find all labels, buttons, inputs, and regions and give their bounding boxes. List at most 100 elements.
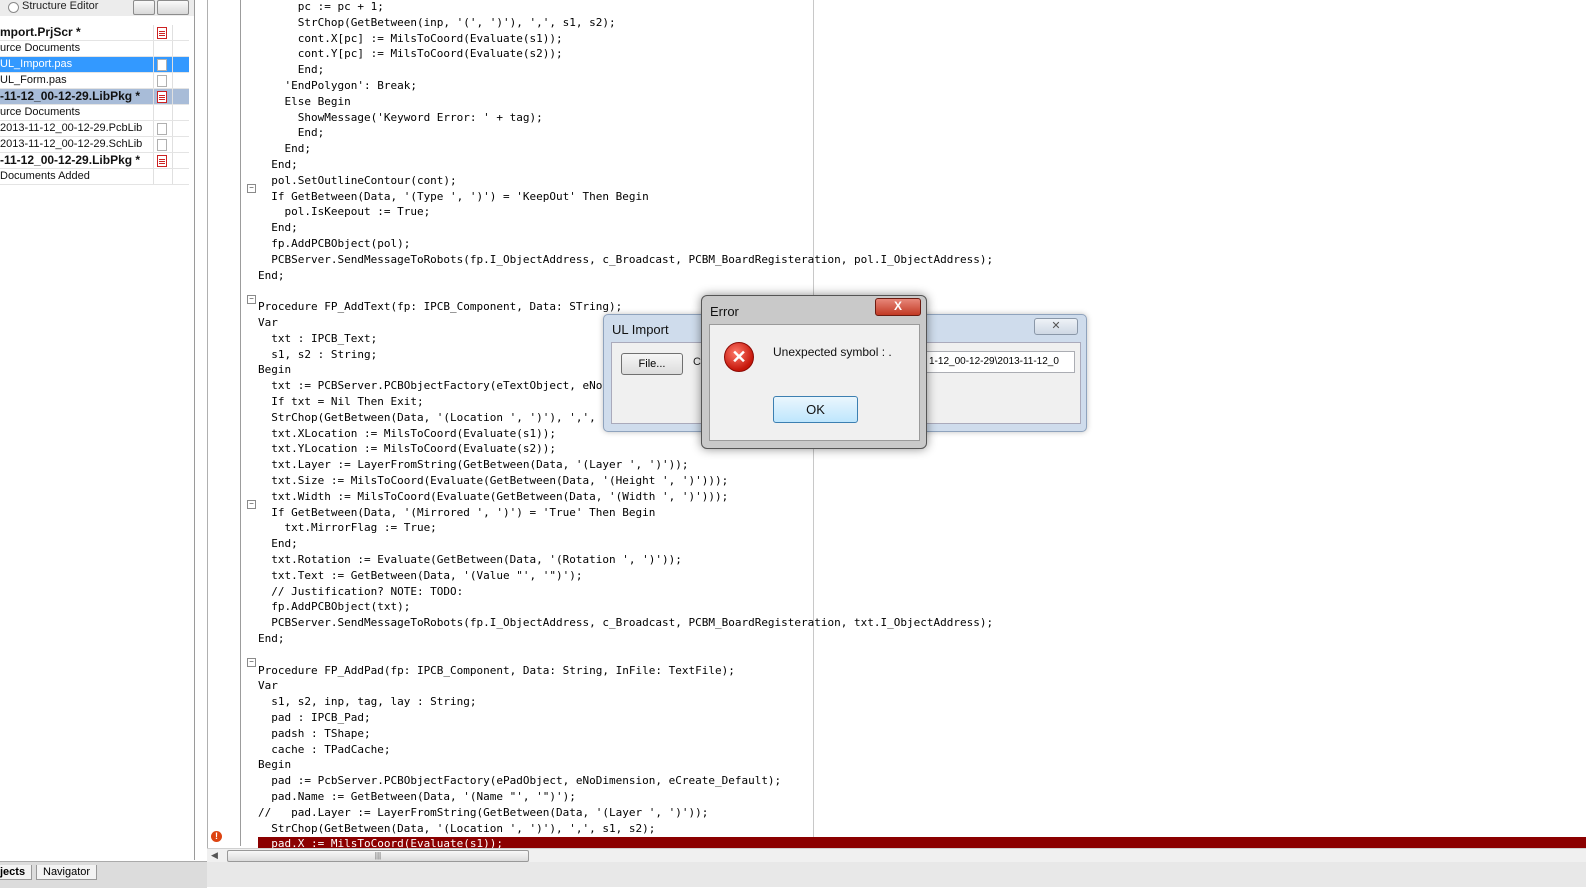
scrollbar-thumb[interactable]: ||| bbox=[227, 850, 529, 862]
code-line[interactable]: End; bbox=[258, 126, 325, 142]
code-line[interactable]: txt : IPCB_Text; bbox=[258, 332, 377, 348]
file-button[interactable]: File... bbox=[621, 353, 683, 375]
code-line[interactable]: ShowMessage('Keyword Error: ' + tag); bbox=[258, 111, 543, 127]
code-line[interactable]: PCBServer.SendMessageToRobots(fp.I_Objec… bbox=[258, 253, 993, 269]
error-message: Unexpected symbol : . bbox=[773, 345, 892, 359]
code-line[interactable]: Procedure FP_AddText(fp: IPCB_Component,… bbox=[258, 300, 622, 316]
project-tree-item[interactable]: -11-12_00-12-29.LibPkg * bbox=[0, 89, 189, 105]
panel-header: Structure Editor bbox=[0, 0, 194, 16]
structure-editor-label: Structure Editor bbox=[22, 0, 99, 12]
column-divider bbox=[153, 25, 154, 40]
project-tree-item[interactable]: 2013-11-12_00-12-29.PcbLib bbox=[0, 121, 189, 137]
error-close-button[interactable]: X bbox=[875, 298, 921, 316]
fold-toggle-icon[interactable]: − bbox=[247, 184, 256, 193]
code-line[interactable]: Begin bbox=[258, 363, 291, 379]
code-line[interactable]: // Justification? NOTE: TODO: bbox=[258, 585, 463, 601]
tab-projects[interactable]: jects bbox=[0, 865, 33, 880]
status-strip bbox=[207, 862, 1586, 887]
code-line[interactable]: End; bbox=[258, 537, 298, 553]
code-line[interactable]: txt.Width := MilsToCoord(Evaluate(GetBet… bbox=[258, 490, 728, 506]
code-line[interactable]: PCBServer.SendMessageToRobots(fp.I_Objec… bbox=[258, 616, 993, 632]
column-divider bbox=[153, 153, 154, 168]
code-line[interactable]: Var bbox=[258, 316, 278, 332]
code-line[interactable]: End; bbox=[258, 632, 285, 648]
fold-toggle-icon[interactable]: − bbox=[247, 295, 256, 304]
fold-toggle-icon[interactable]: − bbox=[247, 500, 256, 509]
scroll-left-icon[interactable]: ◀ bbox=[211, 850, 218, 861]
project-tree-item-label: UL_Import.pas bbox=[0, 58, 73, 70]
code-line[interactable]: StrChop(GetBetween(inp, '(', ')'), ',', … bbox=[258, 16, 616, 32]
code-line[interactable]: End; bbox=[258, 63, 325, 79]
code-line[interactable]: StrChop(GetBetween(Data, '(Location ', '… bbox=[258, 822, 655, 838]
code-line[interactable]: // pad.Layer := LayerFromString(GetBetwe… bbox=[258, 806, 708, 822]
horizontal-scrollbar[interactable]: ◀ ||| bbox=[207, 848, 1586, 862]
code-line[interactable]: pc := pc + 1; bbox=[258, 0, 384, 16]
ok-button[interactable]: OK bbox=[773, 396, 858, 423]
document-icon bbox=[157, 59, 167, 71]
column-divider bbox=[172, 25, 173, 40]
code-line[interactable]: End; bbox=[258, 221, 298, 237]
code-line[interactable]: End; bbox=[258, 269, 285, 285]
panel-tool-button[interactable] bbox=[133, 0, 155, 15]
code-line[interactable]: txt.YLocation := MilsToCoord(Evaluate(s2… bbox=[258, 442, 556, 458]
code-line[interactable]: pol.SetOutlineContour(cont); bbox=[258, 174, 456, 190]
code-line[interactable]: pad := PcbServer.PCBObjectFactory(ePadOb… bbox=[258, 774, 781, 790]
code-line[interactable]: fp.AddPCBObject(txt); bbox=[258, 600, 410, 616]
fold-guide bbox=[240, 0, 241, 846]
code-line[interactable]: Procedure FP_AddPad(fp: IPCB_Component, … bbox=[258, 664, 735, 680]
project-tree-item[interactable]: UL_Import.pas bbox=[0, 57, 189, 73]
document-icon bbox=[157, 139, 167, 151]
code-line[interactable]: If GetBetween(Data, '(Type ', ')') = 'Ke… bbox=[258, 190, 649, 206]
code-line[interactable]: StrChop(GetBetween(Data, '(Location ', '… bbox=[258, 411, 655, 427]
project-tree-item[interactable]: urce Documents bbox=[0, 41, 189, 57]
error-marker-icon[interactable]: ! bbox=[211, 831, 222, 842]
code-line[interactable]: txt.Layer := LayerFromString(GetBetween(… bbox=[258, 458, 688, 474]
code-line[interactable]: txt.XLocation := MilsToCoord(Evaluate(s1… bbox=[258, 427, 556, 443]
project-tree-item-label: urce Documents bbox=[0, 42, 81, 54]
code-line[interactable]: cache : TPadCache; bbox=[258, 743, 390, 759]
error-dialog-title: Error bbox=[710, 304, 739, 319]
file-path-field[interactable]: 1-12_00-12-29\2013-11-12_0 bbox=[924, 351, 1075, 373]
project-tree-item[interactable]: UL_Form.pas bbox=[0, 73, 189, 89]
column-divider bbox=[172, 41, 173, 56]
code-line[interactable]: fp.AddPCBObject(pol); bbox=[258, 237, 410, 253]
code-line[interactable]: If GetBetween(Data, '(Mirrored ', ')') =… bbox=[258, 506, 655, 522]
modified-document-icon bbox=[157, 27, 167, 39]
panel-tab-bar: jects Navigator bbox=[0, 861, 207, 888]
code-line[interactable]: txt.Rotation := Evaluate(GetBetween(Data… bbox=[258, 553, 682, 569]
code-line[interactable]: txt.Text := GetBetween(Data, '(Value "',… bbox=[258, 569, 582, 585]
code-line[interactable]: padsh : TShape; bbox=[258, 727, 370, 743]
code-line[interactable]: End; bbox=[258, 158, 298, 174]
structure-editor-radio[interactable] bbox=[8, 2, 19, 13]
project-tree-item[interactable]: urce Documents bbox=[0, 105, 189, 121]
project-tree-item[interactable]: Documents Added bbox=[0, 169, 189, 185]
tab-navigator[interactable]: Navigator bbox=[36, 865, 98, 880]
code-line[interactable]: Var bbox=[258, 679, 278, 695]
project-tree-item[interactable]: -11-12_00-12-29.LibPkg * bbox=[0, 153, 189, 169]
project-tree-item[interactable]: mport.PrjScr * bbox=[0, 25, 189, 41]
panel-menu-button[interactable] bbox=[157, 0, 189, 15]
project-tree-item-label: UL_Form.pas bbox=[0, 74, 67, 86]
code-line[interactable]: End; bbox=[258, 142, 311, 158]
code-line[interactable]: s1, s2, inp, tag, lay : String; bbox=[258, 695, 476, 711]
code-line[interactable]: Begin bbox=[258, 758, 291, 774]
column-divider bbox=[153, 105, 154, 120]
code-line[interactable]: pad.Name := GetBetween(Data, '(Name "', … bbox=[258, 790, 576, 806]
column-divider bbox=[172, 89, 173, 104]
ul-import-close-button[interactable]: ✕ bbox=[1034, 318, 1078, 335]
code-line[interactable]: Else Begin bbox=[258, 95, 350, 111]
column-divider bbox=[153, 121, 154, 136]
code-line[interactable]: If txt = Nil Then Exit; bbox=[258, 395, 423, 411]
code-line[interactable]: pol.IsKeepout := True; bbox=[258, 205, 430, 221]
code-line[interactable]: pad : IPCB_Pad; bbox=[258, 711, 370, 727]
fold-toggle-icon[interactable]: − bbox=[247, 658, 256, 667]
code-line[interactable]: 'EndPolygon': Break; bbox=[258, 79, 416, 95]
code-line[interactable]: cont.Y[pc] := MilsToCoord(Evaluate(s2)); bbox=[258, 47, 563, 63]
column-divider bbox=[172, 121, 173, 136]
project-tree-item[interactable]: 2013-11-12_00-12-29.SchLib bbox=[0, 137, 189, 153]
code-line[interactable]: s1, s2 : String; bbox=[258, 348, 377, 364]
code-line[interactable]: cont.X[pc] := MilsToCoord(Evaluate(s1)); bbox=[258, 32, 563, 48]
column-divider bbox=[153, 57, 154, 72]
code-line[interactable]: txt.MirrorFlag := True; bbox=[258, 521, 436, 537]
code-line[interactable]: txt.Size := MilsToCoord(Evaluate(GetBetw… bbox=[258, 474, 728, 490]
